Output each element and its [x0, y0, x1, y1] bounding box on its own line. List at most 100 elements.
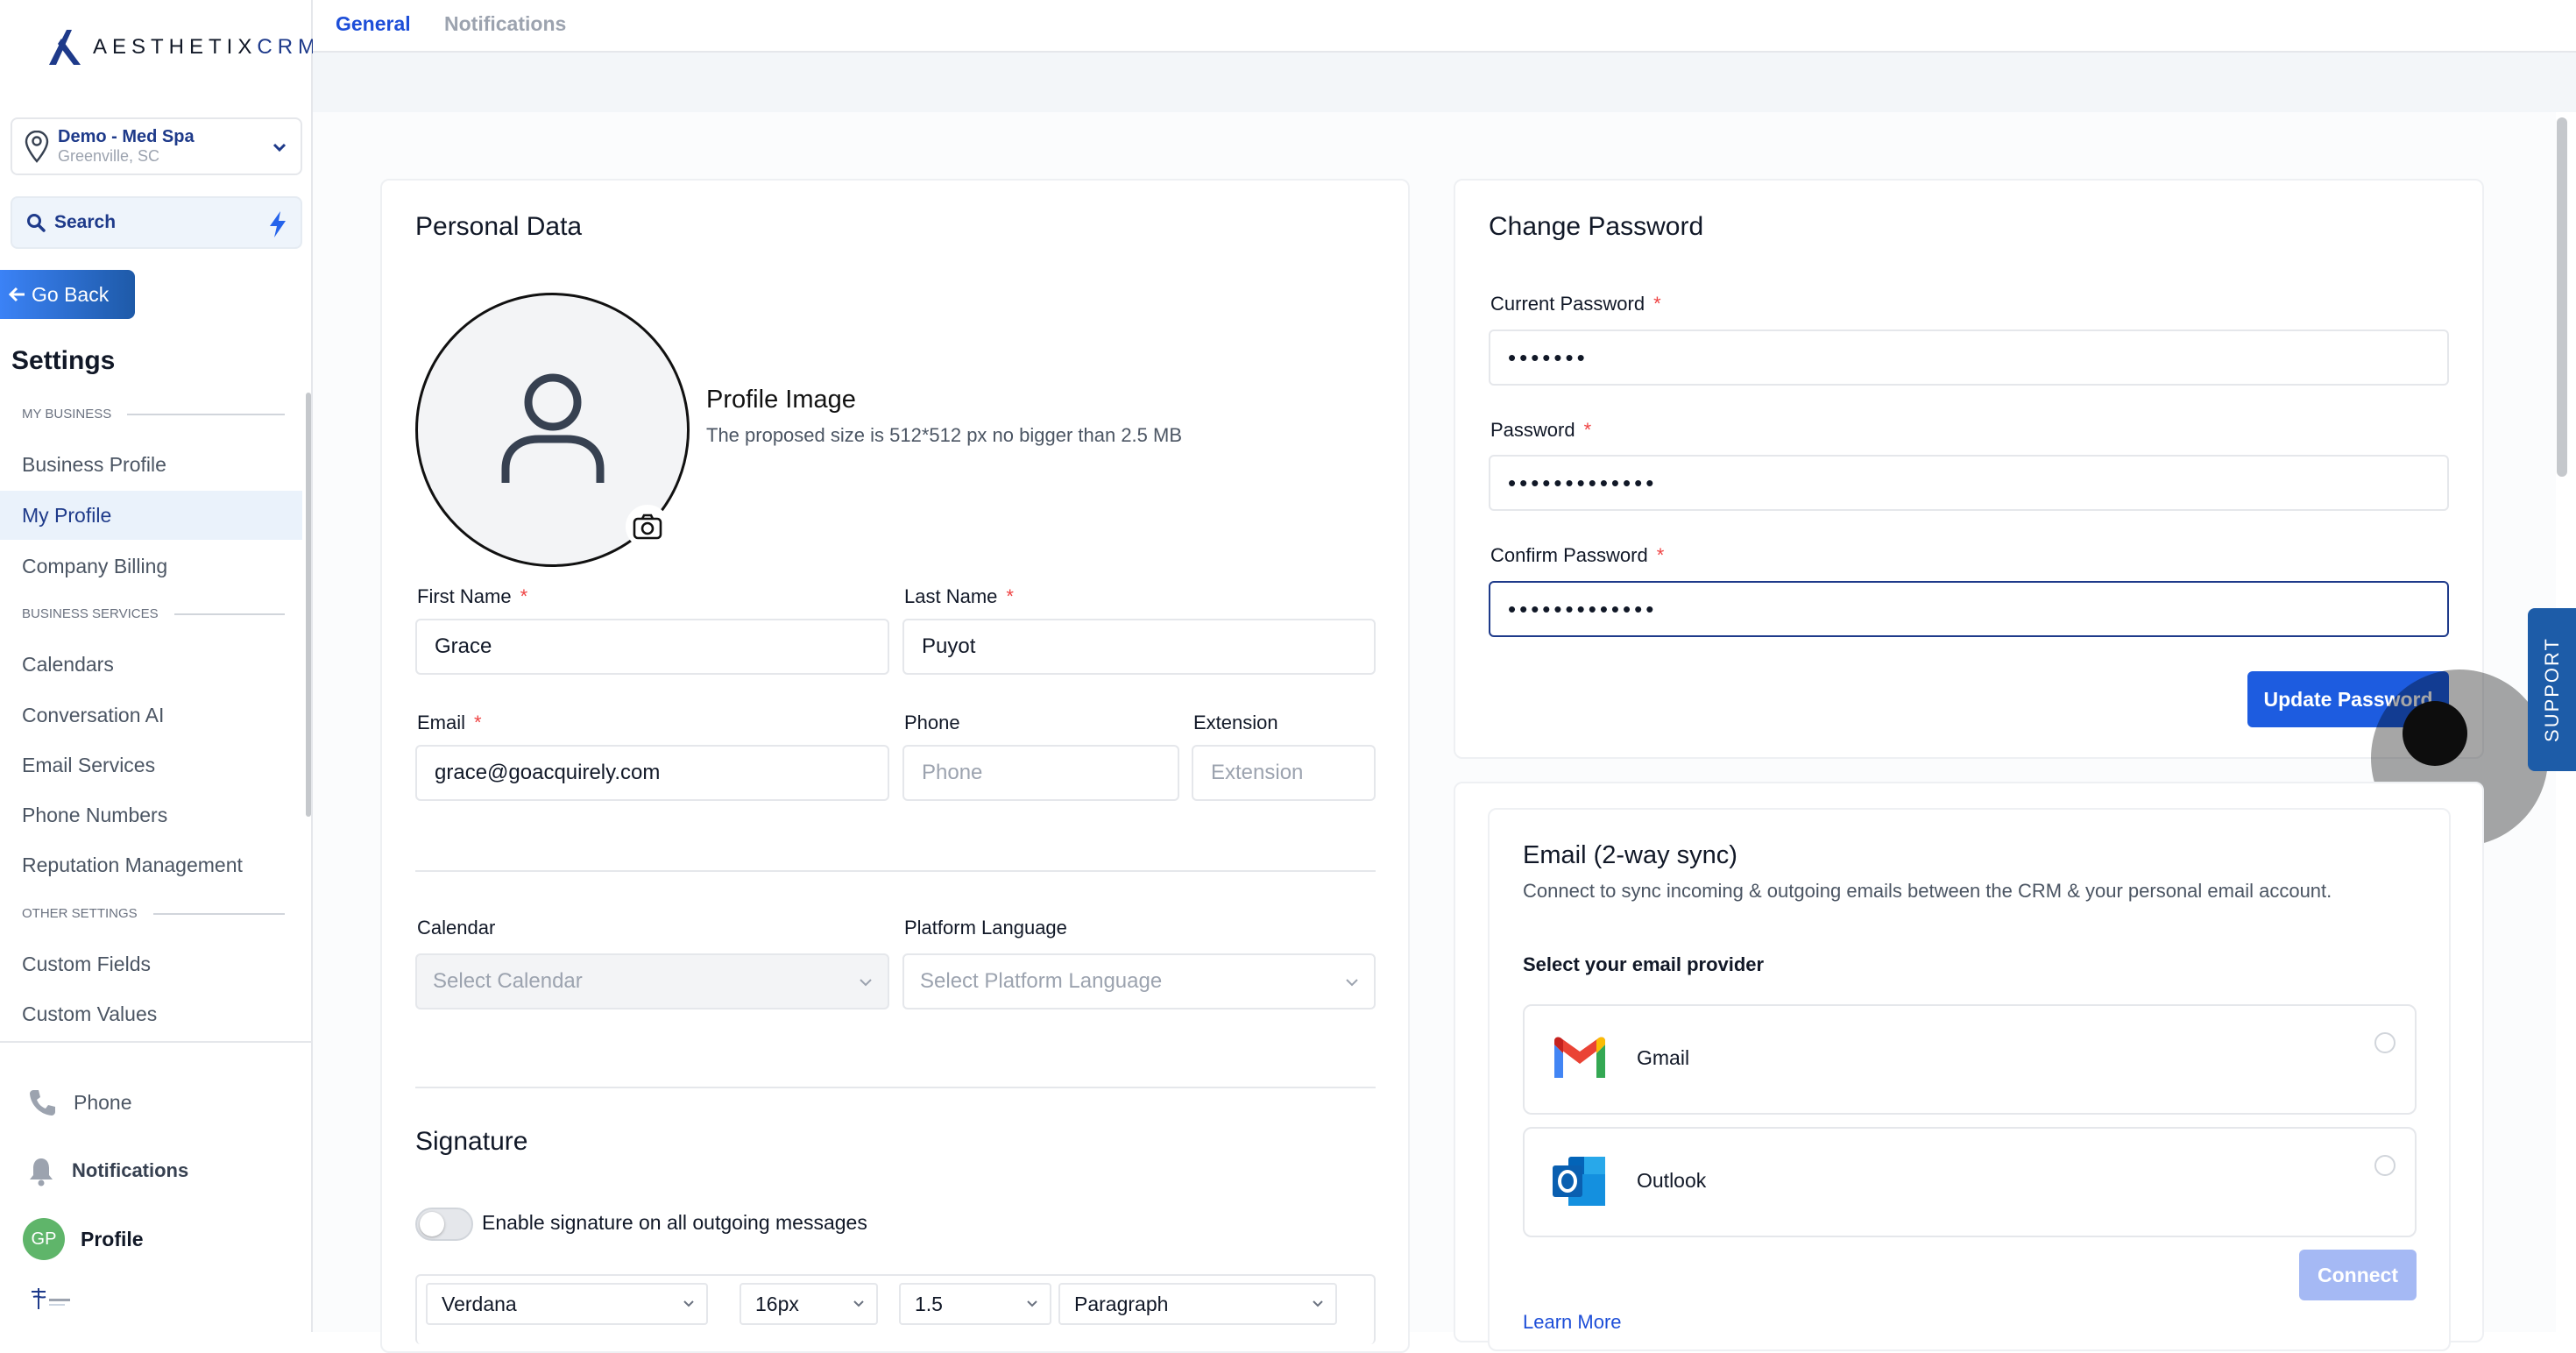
current-password-label: Current Password * [1490, 293, 1661, 315]
line-height-value: 1.5 [915, 1292, 943, 1315]
sidebar-item-email-services[interactable]: Email Services [0, 740, 302, 790]
go-back-label: Go Back [32, 282, 110, 306]
chevron-down-icon [1346, 979, 1358, 987]
sidebar-item-company-billing[interactable]: Company Billing [0, 542, 302, 591]
sidebar-item-custom-fields[interactable]: Custom Fields [0, 939, 302, 988]
section-business-services: BUSINESS SERVICES [22, 606, 285, 621]
provider-radio[interactable] [2374, 1032, 2396, 1053]
first-name-label: First Name * [417, 585, 527, 608]
signature-toggle[interactable] [415, 1208, 473, 1241]
tab-general[interactable]: General [336, 12, 411, 36]
current-password-label-text: Current Password [1490, 293, 1645, 315]
calendar-label: Calendar [417, 917, 496, 939]
platform-language-select[interactable]: Select Platform Language [902, 953, 1376, 1009]
bottom-nav-notifications[interactable]: Notifications [26, 1155, 188, 1187]
last-name-field[interactable]: Puyot [902, 619, 1376, 675]
required-mark: * [1583, 419, 1592, 441]
sidebar: AESTHETIXCRM Demo - Med Spa Greenville, … [0, 0, 315, 1332]
font-size-value: 16px [755, 1292, 799, 1315]
bottom-nav-label: Profile [81, 1227, 144, 1250]
provider-option-gmail[interactable]: Gmail [1523, 1004, 2417, 1115]
provider-radio[interactable] [2374, 1155, 2396, 1176]
password-label-text: Password [1490, 419, 1575, 441]
font-size-select[interactable]: 16px [740, 1283, 878, 1325]
sidebar-item-custom-values[interactable]: Custom Values [0, 989, 302, 1038]
new-password-field[interactable]: ••••••••••••• [1489, 455, 2449, 511]
chevron-down-icon [853, 1300, 864, 1307]
toggle-knob [420, 1212, 444, 1236]
block-format-select[interactable]: Paragraph [1058, 1283, 1337, 1325]
location-switcher[interactable]: Demo - Med Spa Greenville, SC [11, 117, 302, 175]
extension-field[interactable]: Extension [1192, 745, 1376, 801]
location-pin-icon [25, 130, 49, 163]
header-band [313, 53, 2576, 112]
required-mark: * [1656, 544, 1665, 566]
support-tab[interactable]: SUPPORT [2528, 608, 2576, 771]
calendar-select-value: Select Calendar [433, 969, 583, 993]
first-name-field[interactable]: Grace [415, 619, 889, 675]
confirm-password-label: Confirm Password * [1490, 544, 1664, 567]
support-label: SUPPORT [2540, 637, 2563, 742]
email-field[interactable]: grace@goacquirely.com [415, 745, 889, 801]
bottom-nav-profile[interactable]: GP Profile [23, 1218, 144, 1260]
sidebar-scrollbar[interactable] [306, 393, 311, 817]
current-password-field[interactable]: ••••••• [1489, 329, 2449, 386]
section-divider [415, 870, 1376, 872]
change-password-title: Change Password [1489, 212, 1704, 241]
connect-button[interactable]: Connect [2299, 1250, 2417, 1300]
section-label: MY BUSINESS [22, 407, 112, 421]
email-label-text: Email [417, 712, 466, 733]
outlook-icon [1553, 1157, 1605, 1206]
chevron-down-icon [1027, 1300, 1037, 1307]
brand-logo[interactable]: AESTHETIXCRM [46, 26, 321, 68]
phone-field[interactable]: Phone [902, 745, 1179, 801]
profile-image-hint: The proposed size is 512*512 px no bigge… [706, 424, 1183, 446]
section-divider [127, 413, 285, 415]
signature-toggle-label: Enable signature on all outgoing message… [482, 1211, 867, 1234]
confirm-password-field[interactable]: ••••••••••••• [1489, 581, 2449, 637]
cursor-pointer [2403, 701, 2467, 766]
calendar-select[interactable]: Select Calendar [415, 953, 889, 1009]
arrow-left-icon [9, 287, 25, 302]
user-avatar-icon [501, 373, 605, 483]
learn-more-link[interactable]: Learn More [1523, 1311, 1622, 1334]
location-name: Demo - Med Spa [58, 127, 195, 146]
sidebar-item-my-profile[interactable]: My Profile [0, 491, 302, 540]
go-back-button[interactable]: Go Back [0, 270, 135, 319]
section-label: BUSINESS SERVICES [22, 606, 159, 621]
email-provider-prompt: Select your email provider [1523, 953, 1765, 975]
bell-icon [30, 1158, 53, 1187]
line-height-select[interactable]: 1.5 [899, 1283, 1051, 1325]
main-scrollbar[interactable] [2557, 117, 2567, 477]
email-label: Email * [417, 712, 482, 734]
sidebar-item-conversation-ai[interactable]: Conversation AI [0, 691, 302, 740]
bottom-nav-label: Notifications [72, 1159, 189, 1181]
bottom-nav-phone[interactable]: Phone [26, 1087, 132, 1118]
font-family-value: Verdana [442, 1292, 517, 1315]
email-sync-title: Email (2-way sync) [1523, 841, 1737, 869]
sidebar-item-phone-numbers[interactable]: Phone Numbers [0, 790, 302, 839]
sidebar-item-reputation-management[interactable]: Reputation Management [0, 840, 302, 889]
required-mark: * [520, 585, 528, 607]
personal-data-title: Personal Data [415, 212, 583, 241]
section-divider [173, 613, 285, 615]
last-name-label-text: Last Name [904, 585, 998, 607]
section-my-business: MY BUSINESS [22, 407, 285, 421]
bottom-nav-label: Phone [74, 1090, 132, 1114]
platform-language-value: Select Platform Language [920, 969, 1163, 993]
sidebar-item-business-profile[interactable]: Business Profile [0, 440, 302, 489]
provider-option-outlook[interactable]: Outlook [1523, 1127, 2417, 1237]
provider-name: Outlook [1637, 1169, 1707, 1192]
search-button[interactable]: Search [11, 196, 302, 249]
font-family-select[interactable]: Verdana [426, 1283, 708, 1325]
tab-notifications[interactable]: Notifications [444, 12, 566, 36]
brand-word: AESTHETIX [93, 35, 258, 59]
section-label: OTHER SETTINGS [22, 906, 138, 921]
search-icon [27, 214, 46, 232]
sidebar-item-calendars[interactable]: Calendars [0, 640, 302, 689]
camera-button[interactable] [626, 505, 669, 549]
search-label: Search [54, 212, 117, 232]
lightning-icon[interactable] [267, 210, 288, 238]
first-name-label-text: First Name [417, 585, 512, 607]
brand-word-crm: CRM [257, 35, 322, 59]
